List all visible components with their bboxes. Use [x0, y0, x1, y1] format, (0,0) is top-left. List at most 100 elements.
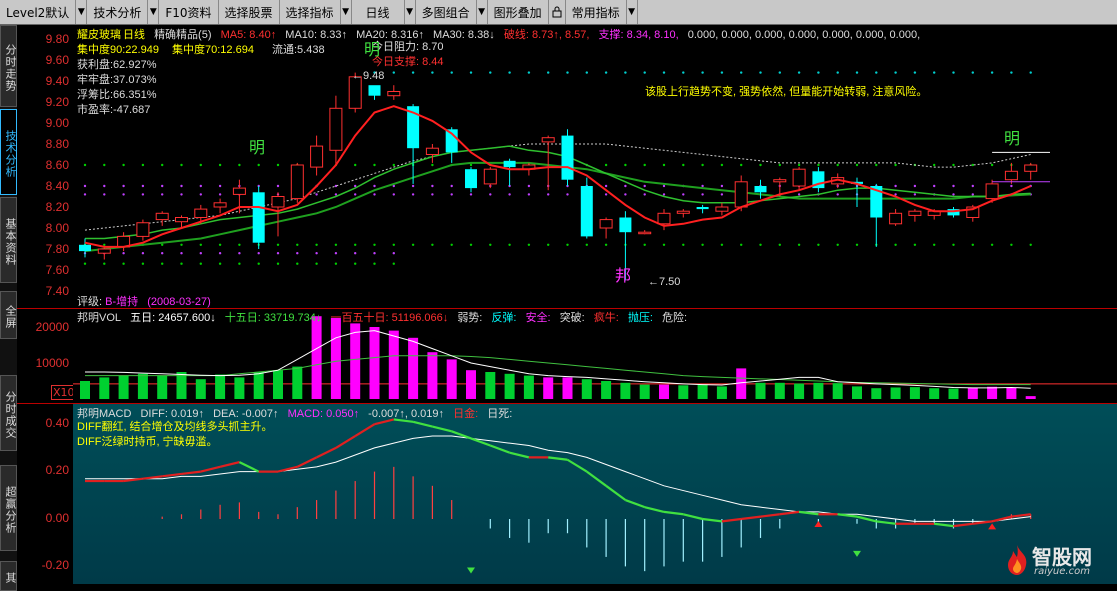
- reference-dot: [199, 193, 202, 196]
- volume-bar: [485, 372, 496, 399]
- select-stock-button[interactable]: 选择股票: [219, 0, 280, 24]
- volume-bar: [195, 379, 206, 399]
- reference-dot: [373, 252, 376, 255]
- candle-body-down: [79, 244, 91, 252]
- f10-button[interactable]: F10资料: [159, 0, 219, 24]
- reference-dot: [759, 71, 762, 74]
- reference-dot: [894, 184, 897, 188]
- reference-dot: [855, 163, 859, 167]
- price-tick: 7.60: [45, 263, 69, 277]
- reference-dot: [373, 193, 376, 196]
- macd-note-2: DIFF泛绿时持币, 宁缺毋滥。: [77, 436, 218, 448]
- reference-dot: [894, 71, 897, 74]
- reference-dot: [662, 243, 666, 246]
- price-panel[interactable]: [73, 25, 1117, 308]
- candle-body-up: [97, 248, 111, 254]
- volume-bar: [581, 379, 592, 399]
- tab-fullscreen[interactable]: 全屏: [0, 291, 17, 339]
- volume-bar: [832, 383, 843, 399]
- vol-tag-rebound: 反弹:: [491, 312, 517, 324]
- tab-basic-info[interactable]: 基本资料: [0, 197, 17, 283]
- price-tick: 7.40: [45, 284, 69, 298]
- dropdown-arrow-icon[interactable]: ▼: [627, 0, 638, 24]
- reference-dot: [547, 71, 550, 74]
- vol-tag-safe: 安全:: [525, 312, 551, 324]
- reference-dot: [103, 184, 106, 188]
- reference-dot: [682, 243, 685, 246]
- reference-dot: [296, 262, 299, 265]
- diff-line-segment: [683, 513, 703, 521]
- reference-dot: [161, 184, 164, 188]
- vol-tag-break: 突破:: [559, 312, 585, 324]
- candlestick-chart[interactable]: [73, 25, 1117, 308]
- dropdown-arrow-icon[interactable]: ▼: [76, 0, 88, 24]
- reference-dot: [662, 184, 666, 188]
- tab-super-analysis[interactable]: 超赢分析: [0, 465, 17, 551]
- volume-bar: [852, 386, 862, 399]
- reference-dot: [527, 193, 531, 196]
- buy-signal-icon: [988, 523, 997, 530]
- diff-line-segment: [335, 435, 356, 449]
- reference-dot: [276, 252, 280, 255]
- candle-body-up: [155, 212, 169, 221]
- buy-signal-icon: [814, 521, 823, 527]
- reference-dot: [354, 243, 357, 246]
- reference-dot: [161, 252, 164, 255]
- vol-ma5-line: [85, 330, 1031, 389]
- reference-dot: [334, 193, 338, 196]
- reference-dot: [411, 243, 415, 246]
- volume-bar: [678, 385, 689, 399]
- reference-dot: [566, 71, 569, 74]
- tab-intraday[interactable]: 分时走势: [0, 25, 17, 107]
- tab-ticks[interactable]: 分时成交: [0, 375, 17, 451]
- price-tick: 9.00: [45, 116, 69, 130]
- tech-analysis-menu[interactable]: 技术分析: [87, 0, 149, 24]
- reference-dot: [354, 252, 357, 255]
- volume-bar: [543, 377, 554, 399]
- tab-more[interactable]: 其: [0, 561, 17, 591]
- dropdown-arrow-icon[interactable]: ▼: [148, 0, 160, 24]
- layout-default-menu[interactable]: Level2默认: [0, 0, 77, 24]
- volume-bar: [466, 370, 476, 399]
- period-button[interactable]: 日线: [352, 0, 405, 24]
- select-indicator-button[interactable]: 选择指标: [280, 0, 341, 24]
- reference-dot: [971, 184, 974, 188]
- reference-dot: [740, 163, 743, 167]
- reference-dot: [469, 243, 473, 246]
- reference-dot: [122, 262, 125, 265]
- reference-dot: [199, 184, 202, 188]
- dropdown-arrow-icon[interactable]: ▼: [477, 0, 488, 24]
- lock-icon[interactable]: [549, 0, 566, 24]
- dropdown-arrow-icon[interactable]: ▼: [341, 0, 352, 24]
- reference-dot: [720, 184, 724, 188]
- volume-bar: [234, 377, 245, 399]
- reference-dot: [701, 243, 704, 246]
- stat-conc70: 集中度70:12.694: [172, 44, 254, 56]
- reference-dot: [103, 193, 106, 196]
- reference-dot: [469, 71, 473, 74]
- reference-dot: [527, 184, 531, 188]
- diff-line-segment: [663, 510, 684, 516]
- reference-dot: [411, 184, 415, 188]
- common-indicator-button[interactable]: 常用指标: [566, 0, 627, 24]
- reference-dot: [720, 193, 724, 196]
- reference-dot: [141, 184, 145, 188]
- reference-dot: [547, 193, 550, 196]
- volume-bar: [774, 382, 785, 399]
- reference-dot: [315, 243, 318, 246]
- dropdown-arrow-icon[interactable]: ▼: [405, 0, 416, 24]
- reference-dot: [373, 184, 376, 188]
- reference-dot: [778, 71, 781, 74]
- reference-dot: [836, 71, 839, 74]
- multi-chart-button[interactable]: 多图组合: [416, 0, 477, 24]
- reference-dot: [566, 193, 569, 196]
- candle-body-up: [425, 147, 439, 155]
- reference-dot: [1010, 71, 1013, 74]
- volume-bar: [253, 372, 264, 399]
- vol-tick: 20000: [35, 320, 69, 334]
- tab-tech-analysis[interactable]: 技术分析: [0, 109, 17, 195]
- candle-body-up: [773, 179, 787, 183]
- candle-body-up: [232, 187, 246, 195]
- reference-dot: [392, 163, 395, 167]
- overlay-button[interactable]: 图形叠加: [488, 0, 549, 24]
